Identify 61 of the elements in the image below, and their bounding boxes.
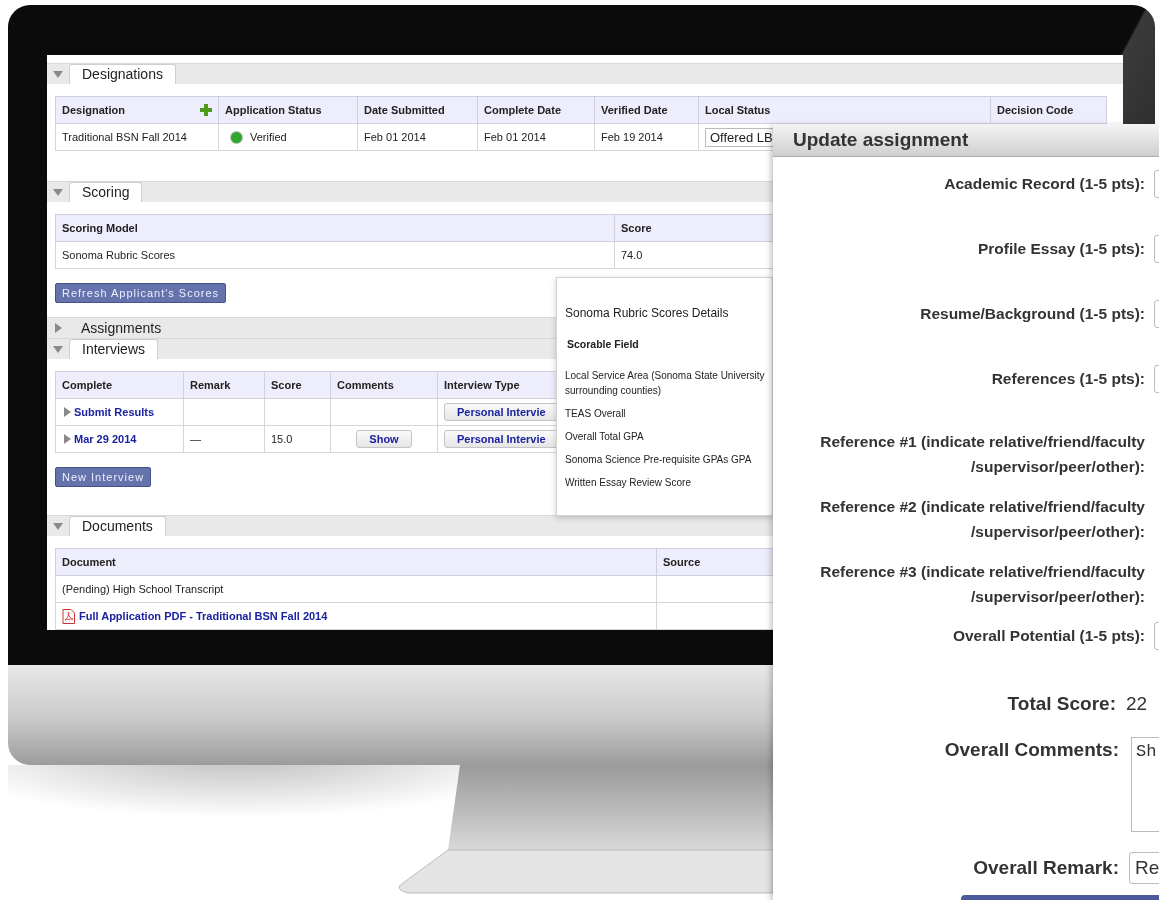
table-cell: Feb 19 2014 — [594, 123, 699, 151]
total-score-label: Total Score: — [1006, 693, 1116, 715]
plus-icon[interactable] — [200, 104, 212, 116]
column-header: Verified Date — [594, 96, 699, 124]
caret-down-icon[interactable] — [53, 521, 63, 531]
caret-down-icon[interactable] — [53, 187, 63, 197]
caret-right-icon[interactable] — [53, 323, 63, 333]
section-tab[interactable]: Interviews — [69, 339, 159, 359]
scorable-field: TEAS Overall — [565, 406, 772, 421]
field-label: Overall Remark: — [972, 857, 1119, 879]
remark-select[interactable]: Re — [1129, 852, 1159, 884]
scorable-field: Overall Total GPA — [565, 429, 772, 444]
column-header: Score — [264, 371, 331, 399]
scorable-field: Written Essay Review Score — [565, 475, 772, 490]
field-label: Academic Record (1-5 pts): — [943, 175, 1145, 193]
column-header: Complete Date — [477, 96, 595, 124]
field-label: Overall Potential (1-5 pts): — [951, 627, 1145, 645]
document-name: (Pending) High School Transcript — [62, 583, 224, 595]
column-header: Date Submitted — [357, 96, 478, 124]
column-header: Document — [55, 548, 657, 576]
status-text: Verified — [250, 130, 287, 143]
table-cell: Traditional BSN Fall 2014 — [55, 123, 219, 151]
interview-type-button[interactable]: Personal Intervie — [444, 430, 559, 448]
column-header: Local Status — [698, 96, 991, 124]
caret-right-icon[interactable] — [62, 434, 72, 444]
section-tab[interactable]: Designations — [69, 64, 176, 84]
field-label: Overall Comments: — [943, 738, 1119, 761]
field-label: Reference #1 (indicate relative/friend/faculty /supervisor/peer/other): — [819, 432, 1145, 477]
column-header: Application Status — [218, 96, 358, 124]
new-interview-button[interactable]: New Interview — [55, 467, 152, 487]
field-label: Reference #2 (indicate relative/friend/faculty /supervisor/peer/other): — [819, 497, 1145, 542]
section-tab[interactable]: Documents — [69, 516, 166, 536]
column-header: Scoring Model — [55, 214, 615, 242]
table-cell: Feb 01 2014 — [357, 123, 478, 151]
popover-title: Sonoma Rubric Scores Details — [565, 306, 730, 320]
column-header: Designation — [62, 104, 125, 116]
table-cell: Feb 01 2014 — [477, 123, 595, 151]
pdf-file-icon — [62, 608, 75, 624]
table-cell: 15.0 — [264, 425, 331, 453]
caret-down-icon[interactable] — [53, 344, 63, 354]
column-header: Decision Code — [990, 96, 1107, 124]
dialog-title: Update assignment — [773, 124, 1159, 157]
column-header: Scorable Field — [567, 338, 640, 350]
show-comments-button[interactable]: Show — [356, 430, 412, 448]
comments-textarea[interactable]: Sh — [1131, 737, 1159, 832]
column-header: Remark — [183, 371, 265, 399]
field-label: Resume/Background (1-5 pts): — [919, 305, 1145, 323]
total-score-value: 22 — [1126, 693, 1148, 715]
scorable-field: Local Service Area (Sonoma State University surrounding counties) — [565, 368, 772, 398]
pdf-document-link[interactable]: Full Application PDF - Traditional BSN Fall 2014 — [79, 610, 328, 622]
column-header: Comments — [330, 371, 438, 399]
section-title: Assignments — [81, 319, 162, 338]
refresh-scores-button[interactable]: Refresh Applicant's Scores — [55, 283, 227, 303]
caret-down-icon[interactable] — [53, 69, 63, 79]
caret-right-icon[interactable] — [62, 407, 72, 417]
scorable-field: Sonoma Science Pre-requisite GPAs GPA — [565, 452, 772, 467]
column-header: Complete — [55, 371, 184, 399]
interview-type-button[interactable]: Personal Intervie — [444, 403, 559, 421]
section-tab[interactable]: Scoring — [69, 182, 143, 202]
table-cell: Sonoma Rubric Scores — [55, 241, 615, 269]
table-cell: — — [183, 425, 265, 453]
